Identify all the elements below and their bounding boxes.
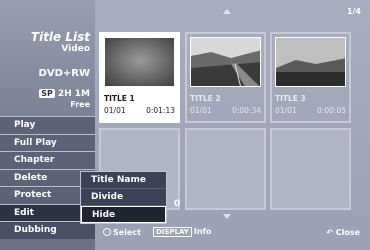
thumbnail-image [104, 37, 175, 87]
menu-item-full-play[interactable]: Full Play [0, 133, 95, 151]
thumbnail-image [275, 37, 346, 87]
menu-item-chapter[interactable]: Chapter [0, 151, 95, 169]
title-name: TITLE 3 [275, 94, 306, 103]
title-slot-empty-6[interactable] [270, 128, 351, 210]
title-thumbnail-1[interactable]: TITLE 1 01/01 0:01:13 [99, 32, 180, 123]
close-hint[interactable]: ↶ Close [326, 228, 360, 237]
title-duration: 0:00:05 [317, 106, 346, 115]
free-label: Free [70, 100, 90, 109]
display-info-hint: DISPLAY Info [153, 227, 212, 237]
title-duration: 0:01:13 [146, 106, 175, 115]
title-date: 01/01 [275, 106, 297, 115]
title-thumbnail-3[interactable]: TITLE 3 01/01 0:00:05 [270, 32, 351, 123]
title-duration: 0:00:34 [232, 106, 261, 115]
select-hint: Select [103, 228, 141, 237]
disc-type-label: DVD+RW [38, 68, 90, 79]
page-indicator: 1/4 [346, 7, 361, 16]
submenu-item-divide[interactable]: Divide [81, 189, 166, 206]
submenu-item-hide[interactable]: Hide [81, 206, 166, 223]
hidden-label-fragment: 0 [174, 199, 181, 209]
title-slot-empty-5[interactable] [185, 128, 266, 210]
title-date: 01/01 [190, 106, 212, 115]
thumbnail-image [190, 37, 261, 87]
capacity-label: SP 2H 1M [39, 89, 90, 99]
scroll-up-arrow-icon[interactable] [223, 9, 231, 14]
enter-button-icon [103, 228, 111, 236]
submenu-item-title-name[interactable]: Title Name [81, 172, 166, 189]
menu-item-play[interactable]: Play [0, 116, 95, 134]
record-mode-badge: SP [39, 89, 55, 98]
capacity-value: 2H 1M [57, 89, 90, 99]
edit-submenu: Title Name Divide Hide [80, 171, 167, 224]
title-list-heading: Title List [30, 30, 90, 44]
media-type-label: Video [61, 44, 90, 54]
title-date: 01/01 [104, 106, 126, 115]
return-icon: ↶ [326, 228, 333, 237]
title-thumbnail-2[interactable]: TITLE 2 01/01 0:00:34 [185, 32, 266, 123]
title-name: TITLE 1 [104, 94, 135, 103]
title-name: TITLE 2 [190, 94, 221, 103]
scroll-down-arrow-icon[interactable] [223, 214, 231, 219]
display-key-icon: DISPLAY [153, 227, 192, 237]
info-label: Info [193, 227, 212, 236]
title-list-screen: Title List Video DVD+RW SP 2H 1M Free Pla… [0, 0, 370, 250]
select-label: Select [113, 228, 141, 237]
bottom-help-bar: Select DISPLAY Info ↶ Close [95, 222, 370, 242]
close-label: Close [335, 228, 360, 237]
